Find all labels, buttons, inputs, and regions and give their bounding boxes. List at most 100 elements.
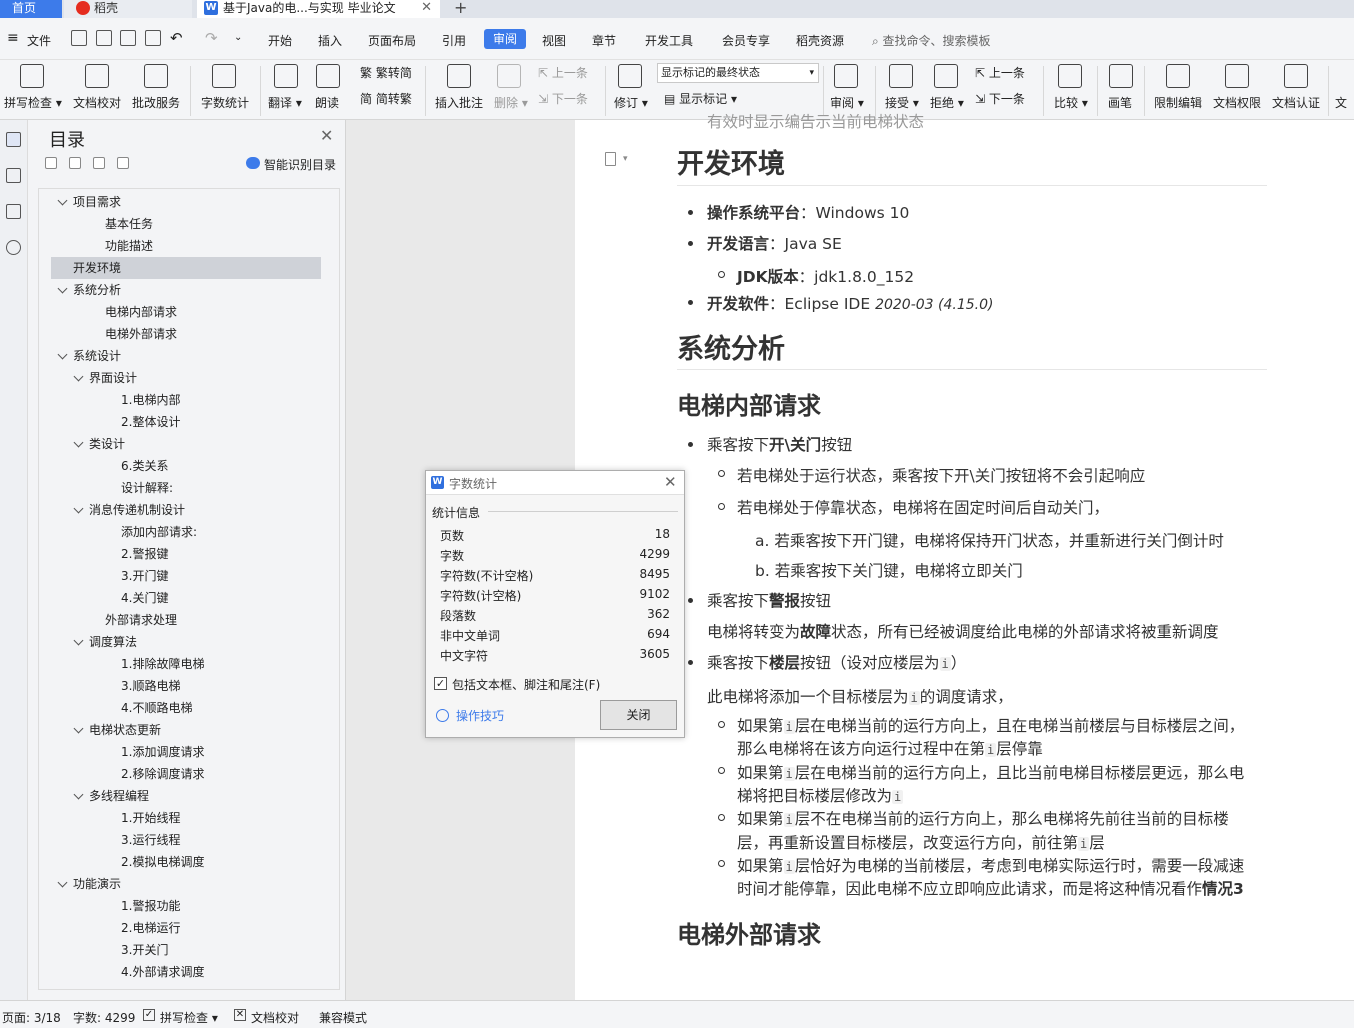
- bookmark-icon[interactable]: [6, 204, 21, 219]
- menu-review-active[interactable]: 审阅: [484, 29, 526, 49]
- insert-comment-button[interactable]: 插入批注: [435, 94, 483, 111]
- read-aloud-button[interactable]: 朗读: [315, 94, 339, 111]
- toc-item[interactable]: 电梯状态更新: [39, 719, 329, 741]
- smart-toc-button[interactable]: 智能识别目录: [264, 156, 336, 173]
- reject-button[interactable]: 拒绝 ▾: [930, 94, 964, 111]
- delete-comment-button[interactable]: 删除 ▾: [494, 94, 528, 111]
- toc-item[interactable]: 功能描述: [39, 235, 329, 257]
- collapse-all-icon[interactable]: [45, 157, 57, 169]
- chevron-down-icon[interactable]: [57, 283, 68, 294]
- toc-item[interactable]: 4.不顺路电梯: [39, 697, 329, 719]
- toc-item[interactable]: 2.移除调度请求: [39, 763, 329, 785]
- toc-item[interactable]: 添加内部请求:: [39, 521, 329, 543]
- chevron-down-icon[interactable]: [57, 349, 68, 360]
- chevron-down-icon[interactable]: [73, 503, 84, 514]
- word-count-button[interactable]: 字数统计: [201, 94, 249, 111]
- toc-item[interactable]: 1.添加调度请求: [39, 741, 329, 763]
- pen-button[interactable]: 画笔: [1108, 94, 1132, 111]
- compare-button[interactable]: 比较 ▾: [1054, 94, 1088, 111]
- toc-item[interactable]: 2.警报键: [39, 543, 329, 565]
- translate-button[interactable]: 翻译 ▾: [268, 94, 302, 111]
- accept-button[interactable]: 接受 ▾: [885, 94, 919, 111]
- toc-item[interactable]: 外部请求处理: [39, 609, 329, 631]
- display-state-select[interactable]: 显示标记的最终状态 ▾: [657, 63, 819, 83]
- menu-chapter[interactable]: 章节: [592, 32, 616, 49]
- toc-item[interactable]: 3.顺路电梯: [39, 675, 329, 697]
- toc-item[interactable]: 2.整体设计: [39, 411, 329, 433]
- quick-access-dropdown-icon[interactable]: ⌄: [234, 32, 242, 43]
- toc-item[interactable]: 系统设计: [39, 345, 329, 367]
- toc-item[interactable]: 多线程编程: [39, 785, 329, 807]
- status-spell-check[interactable]: 拼写检查 ▾: [160, 1009, 218, 1026]
- tab-home[interactable]: 首页: [0, 0, 62, 18]
- chevron-down-icon[interactable]: [73, 371, 84, 382]
- chapter-nav-icon[interactable]: [6, 168, 21, 183]
- doc-more-button[interactable]: 文: [1335, 94, 1347, 111]
- menu-daoke-resources[interactable]: 稻壳资源: [796, 32, 844, 49]
- toc-item[interactable]: 项目需求: [39, 191, 329, 213]
- spell-check-button[interactable]: 拼写检查 ▾: [4, 94, 62, 111]
- menu-file[interactable]: 文件: [27, 32, 51, 49]
- save-icon[interactable]: [71, 30, 87, 46]
- chevron-down-icon[interactable]: [73, 437, 84, 448]
- toc-item[interactable]: 4.外部请求调度: [39, 961, 329, 983]
- close-icon[interactable]: ✕: [664, 473, 677, 491]
- page-menu-icon[interactable]: [605, 152, 616, 166]
- new-tab-icon[interactable]: +: [454, 0, 467, 17]
- tips-link[interactable]: 操作技巧: [456, 707, 504, 724]
- show-marks-button[interactable]: ▤ 显示标记 ▾: [664, 90, 737, 107]
- toc-item[interactable]: 2.模拟电梯调度: [39, 851, 329, 873]
- next-comment-button[interactable]: ⇲ 下一条: [538, 90, 588, 107]
- toc-item[interactable]: 界面设计: [39, 367, 329, 389]
- status-doc-proof[interactable]: 文档校对: [251, 1009, 299, 1026]
- doc-permission-button[interactable]: 文档权限: [1213, 94, 1261, 111]
- toc-item[interactable]: 3.运行线程: [39, 829, 329, 851]
- add-heading-icon[interactable]: [93, 157, 105, 169]
- next-revision-button[interactable]: ⇲ 下一条: [975, 90, 1025, 107]
- document-page[interactable]: ▾ 有效时显示编告示当前电梯状态 开发环境 操作系统平台：Windows 10 …: [575, 113, 1354, 1000]
- trad-to-simp-button[interactable]: 繁 繁转简: [360, 64, 412, 81]
- revise-button[interactable]: 修订 ▾: [614, 94, 648, 111]
- review-pane-button[interactable]: 审阅 ▾: [830, 94, 864, 111]
- print-icon[interactable]: [120, 30, 136, 46]
- menu-insert[interactable]: 插入: [318, 32, 342, 49]
- menu-reference[interactable]: 引用: [442, 32, 466, 49]
- toc-item[interactable]: 1.排除故障电梯: [39, 653, 329, 675]
- close-icon[interactable]: ✕: [320, 126, 333, 145]
- menu-member[interactable]: 会员专享: [722, 32, 770, 49]
- chevron-down-icon[interactable]: [57, 195, 68, 206]
- toc-item[interactable]: 4.关门键: [39, 587, 329, 609]
- chevron-down-icon[interactable]: [73, 789, 84, 800]
- remove-heading-icon[interactable]: [117, 157, 129, 169]
- doc-cert-button[interactable]: 文档认证: [1272, 94, 1320, 111]
- doc-proof-button[interactable]: 文档校对: [73, 94, 121, 111]
- toc-item[interactable]: 3.开门键: [39, 565, 329, 587]
- include-textbox-label[interactable]: 包括文本框、脚注和尾注(F): [452, 676, 600, 693]
- menu-page-layout[interactable]: 页面布局: [368, 32, 416, 49]
- prev-comment-button[interactable]: ⇱ 上一条: [538, 64, 588, 81]
- restrict-edit-button[interactable]: 限制编辑: [1154, 94, 1202, 111]
- search-icon[interactable]: [6, 240, 21, 255]
- include-textbox-checkbox[interactable]: ✓: [434, 677, 447, 690]
- export-pdf-icon[interactable]: [96, 30, 112, 46]
- toc-item[interactable]: 电梯外部请求: [39, 323, 329, 345]
- toc-item[interactable]: 6.类关系: [39, 455, 329, 477]
- tab-close-icon[interactable]: ✕: [421, 0, 432, 16]
- tab-document[interactable]: 基于Java的电...与实现 毕业论文 ✕: [197, 0, 440, 18]
- batch-service-button[interactable]: 批改服务: [132, 94, 180, 111]
- hamburger-icon[interactable]: ≡: [7, 30, 19, 46]
- status-page[interactable]: 页面: 3/18: [2, 1009, 61, 1026]
- menu-dev-tools[interactable]: 开发工具: [645, 32, 693, 49]
- undo-icon[interactable]: ↶: [170, 29, 183, 47]
- toc-item[interactable]: 基本任务: [39, 213, 329, 235]
- toc-item[interactable]: 功能演示: [39, 873, 329, 895]
- chevron-down-icon[interactable]: [57, 877, 68, 888]
- toc-item[interactable]: 开发环境: [51, 257, 321, 279]
- command-search[interactable]: ⌕ 查找命令、搜索模板: [872, 32, 991, 49]
- toc-item[interactable]: 消息传递机制设计: [39, 499, 329, 521]
- menu-start[interactable]: 开始: [268, 32, 292, 49]
- close-button[interactable]: 关闭: [600, 700, 677, 730]
- toc-item[interactable]: 电梯内部请求: [39, 301, 329, 323]
- toc-item[interactable]: 类设计: [39, 433, 329, 455]
- toc-item[interactable]: 设计解释:: [39, 477, 329, 499]
